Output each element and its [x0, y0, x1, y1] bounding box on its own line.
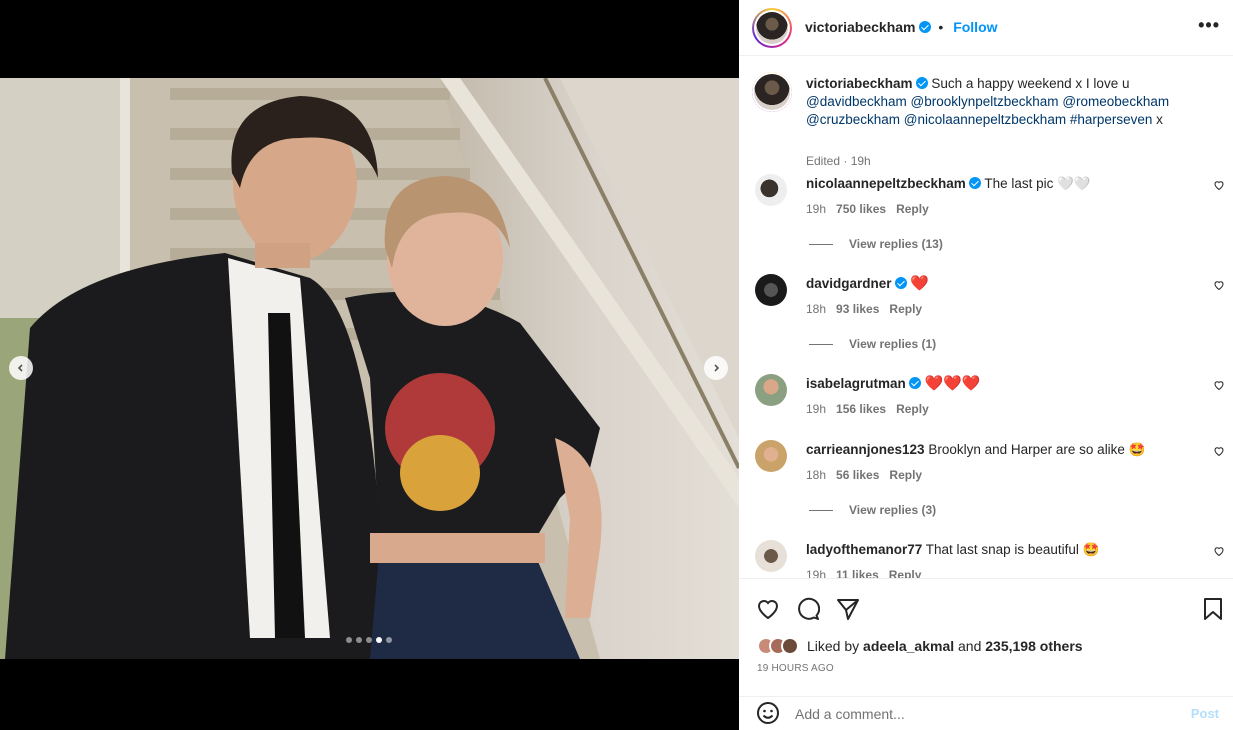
liked-and-label: and: [958, 638, 982, 654]
commenter-avatar[interactable]: [755, 440, 787, 472]
caption-tail: x: [1156, 112, 1163, 127]
reply-button[interactable]: Reply: [889, 568, 922, 578]
reply-button[interactable]: Reply: [889, 468, 922, 482]
liked-others-count[interactable]: 235,198 others: [985, 638, 1082, 654]
carousel-prev-button[interactable]: [9, 356, 33, 380]
heart-icon[interactable]: [756, 597, 780, 621]
post-detail-panel: victoriabeckham • Follow ••• victoriabec…: [739, 0, 1233, 730]
verified-badge-icon: [918, 21, 931, 33]
liker-avatar: [781, 637, 799, 655]
verified-badge-icon: [915, 77, 928, 89]
comment-text: Brooklyn and Harper are so alike 🤩: [928, 442, 1146, 457]
post-comment-button[interactable]: Post: [1191, 706, 1219, 721]
liked-by-user[interactable]: adeela_akmal: [863, 638, 954, 654]
chevron-left-icon: [17, 364, 23, 372]
mention-link[interactable]: @brooklynpeltzbeckham: [911, 94, 1059, 109]
carousel-next-button[interactable]: [704, 356, 728, 380]
comment-likes[interactable]: 56 likes: [836, 468, 879, 482]
hashtag-link[interactable]: #harperseven: [1070, 112, 1153, 127]
carousel-dot: [386, 637, 392, 643]
verified-badge-icon: [908, 377, 921, 389]
mention-link[interactable]: @davidbeckham: [806, 94, 907, 109]
comment-time: 19h: [806, 402, 827, 416]
comment-likes[interactable]: 750 likes: [836, 202, 886, 216]
heart-icon[interactable]: [1213, 379, 1225, 391]
comment-input[interactable]: [795, 703, 1155, 725]
comment-likes[interactable]: 93 likes: [836, 302, 879, 316]
heart-icon[interactable]: [1213, 179, 1225, 191]
commenter-username[interactable]: carrieannjones123: [806, 442, 925, 457]
commenter-avatar[interactable]: [755, 540, 787, 572]
comments-list[interactable]: victoriabeckham Such a happy weekend x I…: [739, 57, 1233, 578]
add-comment-bar: Post: [739, 696, 1233, 730]
follow-button[interactable]: Follow: [953, 19, 997, 35]
post-actions: Liked by adeela_akmal and 235,198 others…: [739, 578, 1233, 696]
comment-text: The last pic 🤍🤍: [984, 176, 1091, 191]
reply-button[interactable]: Reply: [896, 402, 929, 416]
comment-icon[interactable]: [796, 597, 820, 621]
commenter-username[interactable]: nicolaannepeltzbeckham: [806, 176, 966, 191]
verified-badge-icon: [894, 277, 907, 289]
heart-icon[interactable]: [1213, 445, 1225, 457]
comment-text: ❤️: [910, 275, 929, 292]
carousel-dot: [346, 637, 352, 643]
comment-text: ❤️❤️❤️: [924, 375, 981, 392]
carousel-dot: [366, 637, 372, 643]
post-media-pane: [0, 0, 739, 730]
commenter-avatar[interactable]: [755, 274, 787, 306]
smiley-icon[interactable]: [756, 701, 780, 725]
post-header: victoriabeckham • Follow •••: [739, 0, 1233, 56]
mention-link[interactable]: @nicolaannepeltzbeckham: [904, 112, 1066, 127]
comment-time: 19h: [806, 202, 827, 216]
comment-likes[interactable]: 156 likes: [836, 402, 886, 416]
likes-summary: Liked by adeela_akmal and 235,198 others: [757, 637, 1083, 655]
mention-link[interactable]: @romeobeckham: [1062, 94, 1169, 109]
caption-author-username[interactable]: victoriabeckham: [806, 76, 913, 91]
commenter-username[interactable]: isabelagrutman: [806, 376, 906, 391]
comment-time: 19h: [806, 568, 827, 578]
separator-dot: •: [938, 19, 944, 35]
commenter-username[interactable]: ladyofthemanor77: [806, 542, 922, 557]
carousel-dot: [376, 637, 382, 643]
chevron-right-icon: [714, 364, 720, 372]
heart-icon[interactable]: [1213, 545, 1225, 557]
caption-text: Such a happy weekend x I love u: [931, 76, 1130, 91]
photo-illustration: [0, 78, 739, 659]
send-icon[interactable]: [836, 597, 860, 621]
caption-meta: Edited · 19h: [806, 154, 871, 168]
view-replies-button[interactable]: View replies (1): [809, 337, 936, 351]
liked-by-label: Liked by: [807, 638, 860, 654]
comment-likes[interactable]: 11 likes: [836, 568, 879, 578]
reply-button[interactable]: Reply: [896, 202, 929, 216]
reply-button[interactable]: Reply: [889, 302, 922, 316]
post-photo[interactable]: [0, 78, 739, 659]
author-avatar[interactable]: [752, 8, 792, 48]
bookmark-icon[interactable]: [1202, 597, 1224, 621]
more-options-button[interactable]: •••: [1198, 16, 1220, 34]
commenter-avatar[interactable]: [755, 374, 787, 406]
view-replies-button[interactable]: View replies (13): [809, 237, 943, 251]
commenter-username[interactable]: davidgardner: [806, 276, 892, 291]
verified-badge-icon: [968, 177, 981, 189]
comment-time: 18h: [806, 468, 827, 482]
view-replies-button[interactable]: View replies (3): [809, 503, 936, 517]
caption-author-avatar[interactable]: [752, 72, 792, 112]
commenter-avatar[interactable]: [755, 174, 787, 206]
author-username[interactable]: victoriabeckham: [805, 19, 916, 35]
mention-link[interactable]: @cruzbeckham: [806, 112, 900, 127]
heart-icon[interactable]: [1213, 279, 1225, 291]
comment-text: That last snap is beautiful 🤩: [925, 542, 1100, 557]
post-timestamp: 19 HOURS AGO: [757, 663, 834, 674]
carousel-indicator: [346, 637, 392, 643]
carousel-dot: [356, 637, 362, 643]
comment-time: 18h: [806, 302, 827, 316]
